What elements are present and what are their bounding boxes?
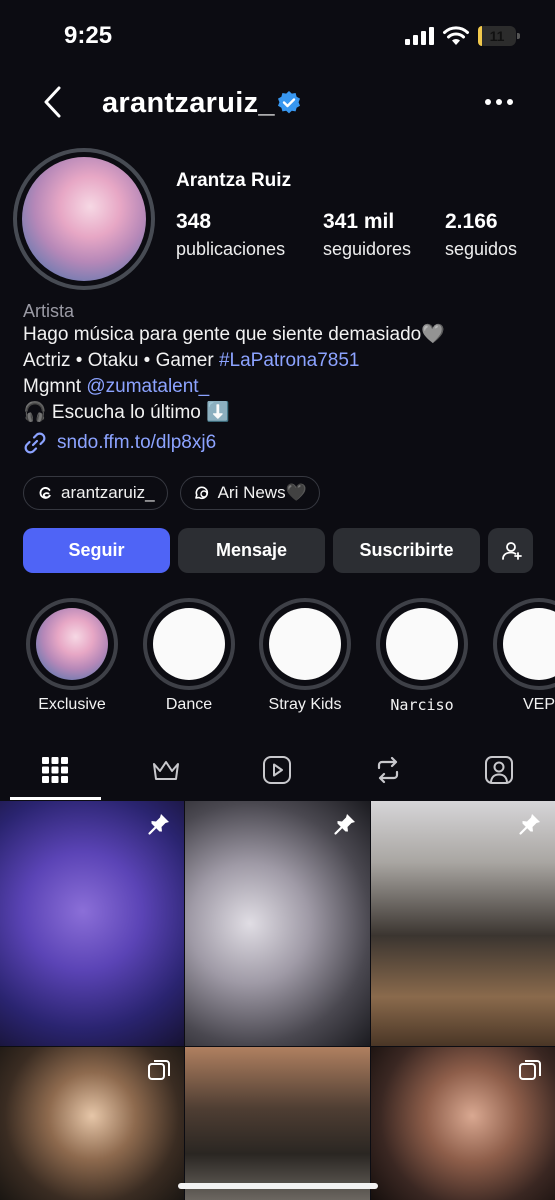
highlight-cover: [259, 598, 351, 690]
highlight-item[interactable]: Stray Kids: [259, 598, 351, 714]
profile-avatar[interactable]: [13, 148, 155, 290]
verified-badge-icon: [278, 91, 300, 114]
profile-bio: Artista Hago música para gente que sient…: [23, 300, 543, 455]
post-thumbnail[interactable]: [185, 1047, 370, 1200]
highlight-cover: [26, 598, 118, 690]
post-thumbnail[interactable]: [371, 801, 555, 1046]
pin-icon: [519, 814, 540, 835]
header-username: arantzaruiz_: [102, 87, 275, 119]
pin-icon: [148, 814, 169, 835]
tab-reposts[interactable]: [343, 742, 433, 800]
profile-header: arantzaruiz_: [0, 78, 555, 128]
stat-value: 341 mil: [323, 210, 395, 233]
bio-url[interactable]: sndo.ffm.to/dlp8xj6: [57, 432, 216, 454]
profile-category: Artista: [23, 301, 75, 321]
battery-level: 11: [489, 28, 505, 44]
stat-label: publicaciones: [176, 239, 286, 259]
highlight-item[interactable]: Exclusive: [26, 598, 118, 714]
post-thumbnail[interactable]: [185, 801, 370, 1046]
post-thumbnail[interactable]: [0, 801, 184, 1046]
profile-full-name: Arantza Ruiz: [176, 170, 292, 191]
highlight-item[interactable]: Dance: [143, 598, 235, 714]
pin-icon: [334, 814, 355, 835]
reposts-icon: [377, 756, 399, 784]
highlight-item[interactable]: Narciso: [376, 598, 468, 714]
bio-url-row[interactable]: sndo.ffm.to/dlp8xj6: [23, 431, 543, 455]
chip-label: Ari News🖤: [217, 483, 307, 502]
stat-followers[interactable]: 341 mil seguidores: [323, 210, 411, 260]
threads-chip[interactable]: arantzaruiz_: [23, 476, 168, 510]
stat-value: 2.166: [445, 210, 498, 233]
tab-exclusive[interactable]: [121, 742, 211, 800]
highlight-label: Narciso: [390, 696, 454, 714]
highlight-label: Dance: [165, 696, 213, 713]
bio-line: Hago música para gente que siente demasi…: [23, 324, 445, 345]
grid-icon: [42, 757, 68, 783]
more-options-icon[interactable]: [482, 92, 516, 112]
highlight-cover: [376, 598, 468, 690]
highlight-cover: [493, 598, 555, 690]
bio-line: Actriz • Otaku • Gamer #LaPatrona7851: [23, 348, 543, 374]
carousel-icon: [519, 1060, 541, 1080]
channel-chip[interactable]: Ari News🖤: [179, 476, 320, 510]
stat-label: seguidos: [445, 239, 518, 259]
crown-icon: [153, 761, 179, 780]
stat-posts: 348 publicaciones: [176, 210, 285, 260]
chip-label: arantzaruiz_: [61, 483, 155, 502]
active-tab-indicator: [10, 797, 101, 800]
tagged-icon: [485, 756, 513, 784]
stat-following[interactable]: 2.166 seguidos: [445, 210, 517, 260]
subscribe-button[interactable]: Suscribirte: [333, 528, 480, 573]
add-person-icon: [501, 541, 522, 560]
bio-line: 🎧 Escucha lo último ⬇️: [23, 402, 230, 423]
reels-icon: [263, 756, 291, 784]
threads-icon: [39, 487, 51, 499]
wifi-icon: [443, 26, 469, 45]
highlight-label: Exclusive: [38, 696, 106, 713]
tab-tagged[interactable]: [454, 742, 544, 800]
status-bar: 9:25 11: [0, 0, 555, 70]
highlight-item[interactable]: VEP: [493, 598, 555, 714]
post-thumbnail[interactable]: [0, 1047, 184, 1200]
highlight-cover: [143, 598, 235, 690]
bio-text: Actriz • Otaku • Gamer: [23, 350, 219, 371]
profile-tabs: [0, 742, 555, 800]
profile-actions: Seguir Mensaje Suscribirte: [23, 528, 533, 573]
message-button[interactable]: Mensaje: [178, 528, 325, 573]
suggested-users-button[interactable]: [488, 528, 533, 573]
stat-label: seguidores: [323, 239, 412, 259]
follow-button[interactable]: Seguir: [23, 528, 170, 573]
hashtag-link[interactable]: #LaPatrona7851: [219, 350, 360, 371]
highlight-label: Stray Kids: [268, 696, 342, 713]
highlight-label: VEP: [522, 696, 555, 713]
profile-chips: arantzaruiz_ Ari News🖤: [23, 476, 320, 510]
tab-reels[interactable]: [232, 742, 322, 800]
back-arrow-icon[interactable]: [38, 84, 68, 120]
link-icon: [24, 432, 46, 454]
home-indicator[interactable]: [178, 1183, 378, 1189]
avatar-image: [22, 157, 146, 281]
tab-posts-grid[interactable]: [10, 742, 100, 800]
bio-line: Mgmnt @zumatalent_: [23, 374, 543, 400]
battery-icon: 11: [478, 26, 520, 46]
story-highlights: Exclusive Dance Stray Kids Narciso VEP: [0, 598, 555, 728]
stat-value: 348: [176, 210, 212, 233]
carousel-icon: [148, 1060, 170, 1080]
bio-text: Mgmnt: [23, 376, 87, 397]
post-thumbnail[interactable]: [371, 1047, 555, 1200]
posts-grid: [0, 801, 555, 1200]
status-time: 9:25: [64, 22, 113, 49]
mention-link[interactable]: @zumatalent_: [86, 376, 209, 397]
channel-icon: [194, 486, 208, 500]
cellular-signal-icon: [405, 27, 434, 45]
